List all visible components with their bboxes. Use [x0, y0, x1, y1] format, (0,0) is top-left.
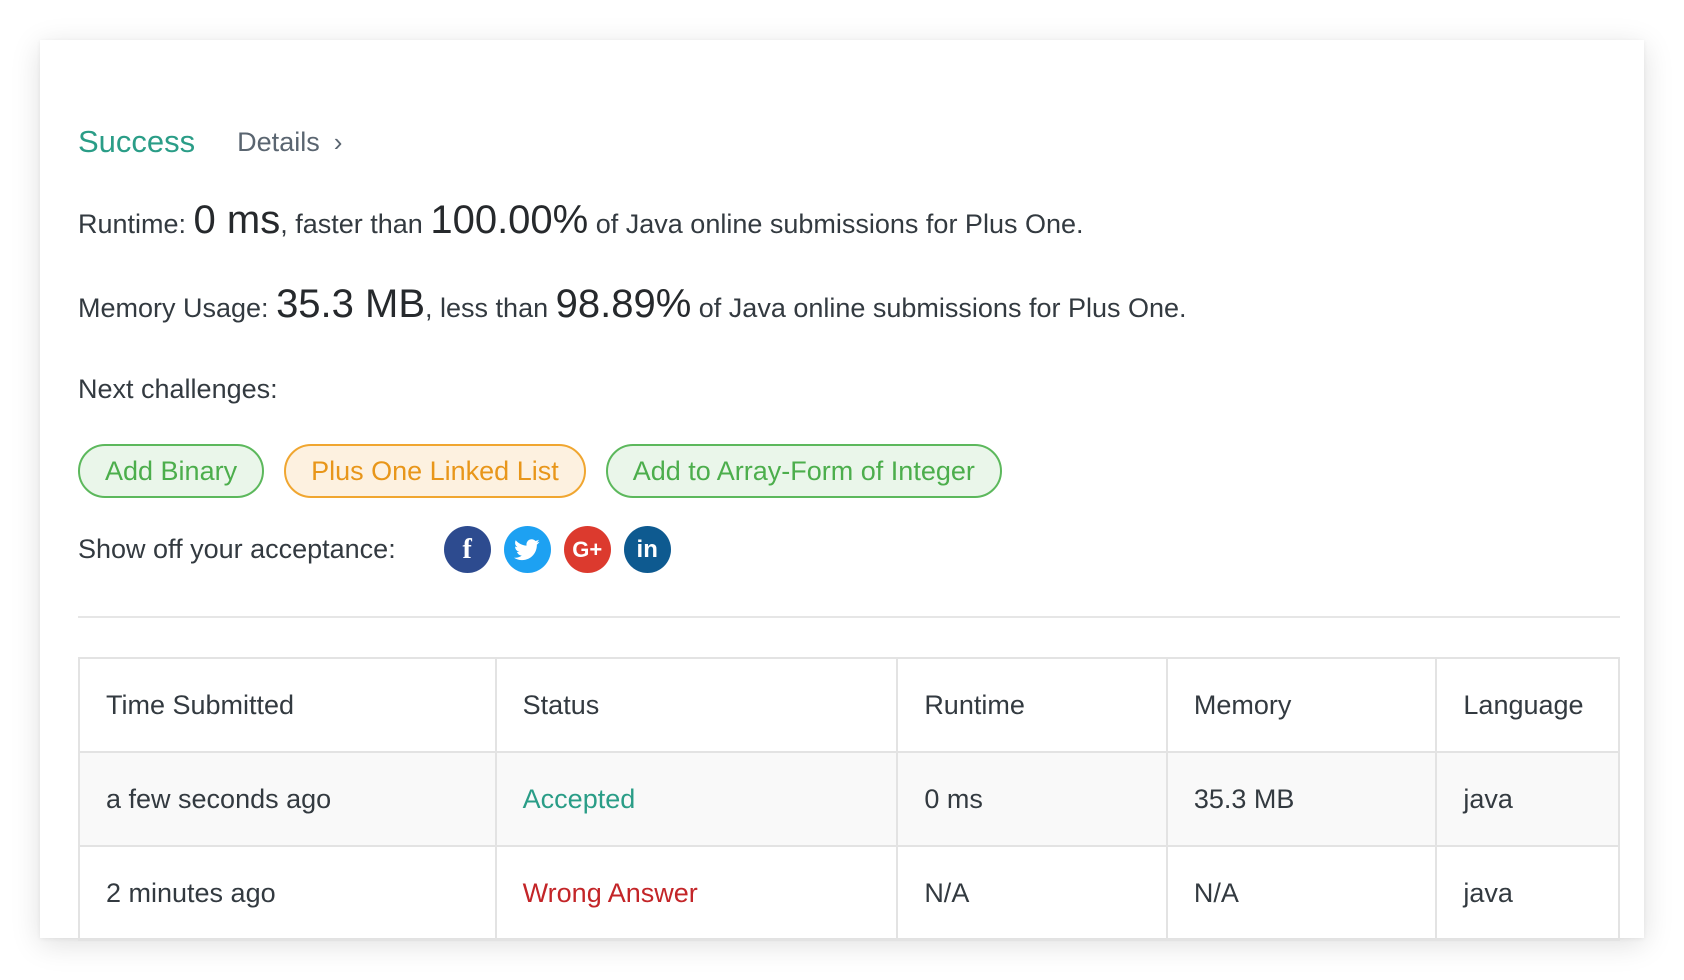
runtime-percent: 100.00% — [430, 198, 589, 242]
memory-tail: of Java online submissions for Plus One. — [691, 293, 1187, 323]
submission-result-card: Success Details › Runtime: 0 ms, faster … — [40, 40, 1644, 941]
cell-time: a few seconds ago — [78, 751, 497, 847]
runtime-label: Runtime: — [78, 209, 194, 239]
submissions-table: Time Submitted Status Runtime Memory Lan… — [78, 657, 1620, 941]
cell-language: java — [1435, 751, 1620, 847]
result-status: Success — [78, 124, 196, 159]
header-runtime[interactable]: Runtime — [896, 657, 1168, 753]
status-accepted-link[interactable]: Accepted — [523, 784, 636, 814]
challenge-add-binary[interactable]: Add Binary — [78, 444, 265, 498]
facebook-icon[interactable]: f — [443, 526, 491, 573]
social-buttons: f G+ in — [443, 526, 671, 573]
details-label: Details — [237, 126, 320, 157]
challenge-plus-one-linked-list[interactable]: Plus One Linked List — [284, 444, 586, 498]
linkedin-icon[interactable]: in — [623, 526, 671, 573]
twitter-bird-glyph — [514, 538, 540, 560]
result-header: Success Details › — [78, 120, 342, 164]
section-divider — [78, 616, 1620, 618]
runtime-summary: Runtime: 0 ms, faster than 100.00% of Ja… — [78, 198, 1084, 243]
cell-runtime: 0 ms — [896, 751, 1168, 847]
cell-runtime: N/A — [896, 845, 1168, 941]
memory-percent: 98.89% — [555, 282, 692, 326]
status-wrong-answer-link[interactable]: Wrong Answer — [523, 878, 698, 908]
table-row: 2 minutes ago Wrong Answer N/A N/A java — [78, 845, 1620, 941]
table-header-row: Time Submitted Status Runtime Memory Lan… — [78, 657, 1620, 753]
details-link[interactable]: Details › — [237, 127, 342, 158]
table-row: a few seconds ago Accepted 0 ms 35.3 MB … — [78, 751, 1620, 847]
challenge-add-to-array-form[interactable]: Add to Array-Form of Integer — [605, 444, 1002, 498]
twitter-icon[interactable] — [503, 526, 551, 573]
cell-time: 2 minutes ago — [78, 845, 497, 941]
memory-summary: Memory Usage: 35.3 MB, less than 98.89% … — [78, 282, 1187, 327]
chevron-right-icon: › — [333, 126, 343, 157]
memory-sep: , less than — [425, 293, 556, 323]
memory-label: Memory Usage: — [78, 293, 277, 323]
cell-memory: 35.3 MB — [1165, 751, 1438, 847]
runtime-sep: , faster than — [280, 209, 431, 239]
share-label: Show off your acceptance: — [78, 534, 396, 564]
header-status[interactable]: Status — [494, 657, 899, 753]
next-challenges-label: Next challenges: — [78, 374, 278, 404]
share-row: Show off your acceptance: f G+ in — [78, 526, 671, 573]
cell-memory: N/A — [1165, 845, 1438, 941]
header-memory[interactable]: Memory — [1165, 657, 1438, 753]
cell-status: Accepted — [494, 751, 899, 847]
header-language[interactable]: Language — [1435, 657, 1620, 753]
memory-value: 35.3 MB — [276, 282, 426, 326]
cell-status: Wrong Answer — [494, 845, 899, 941]
runtime-tail: of Java online submissions for Plus One. — [588, 209, 1084, 239]
next-challenges-list: Add Binary Plus One Linked List Add to A… — [78, 444, 1002, 498]
google-plus-icon[interactable]: G+ — [563, 526, 611, 573]
cell-language: java — [1435, 845, 1620, 941]
runtime-value: 0 ms — [193, 198, 281, 242]
header-time-submitted[interactable]: Time Submitted — [78, 657, 497, 753]
